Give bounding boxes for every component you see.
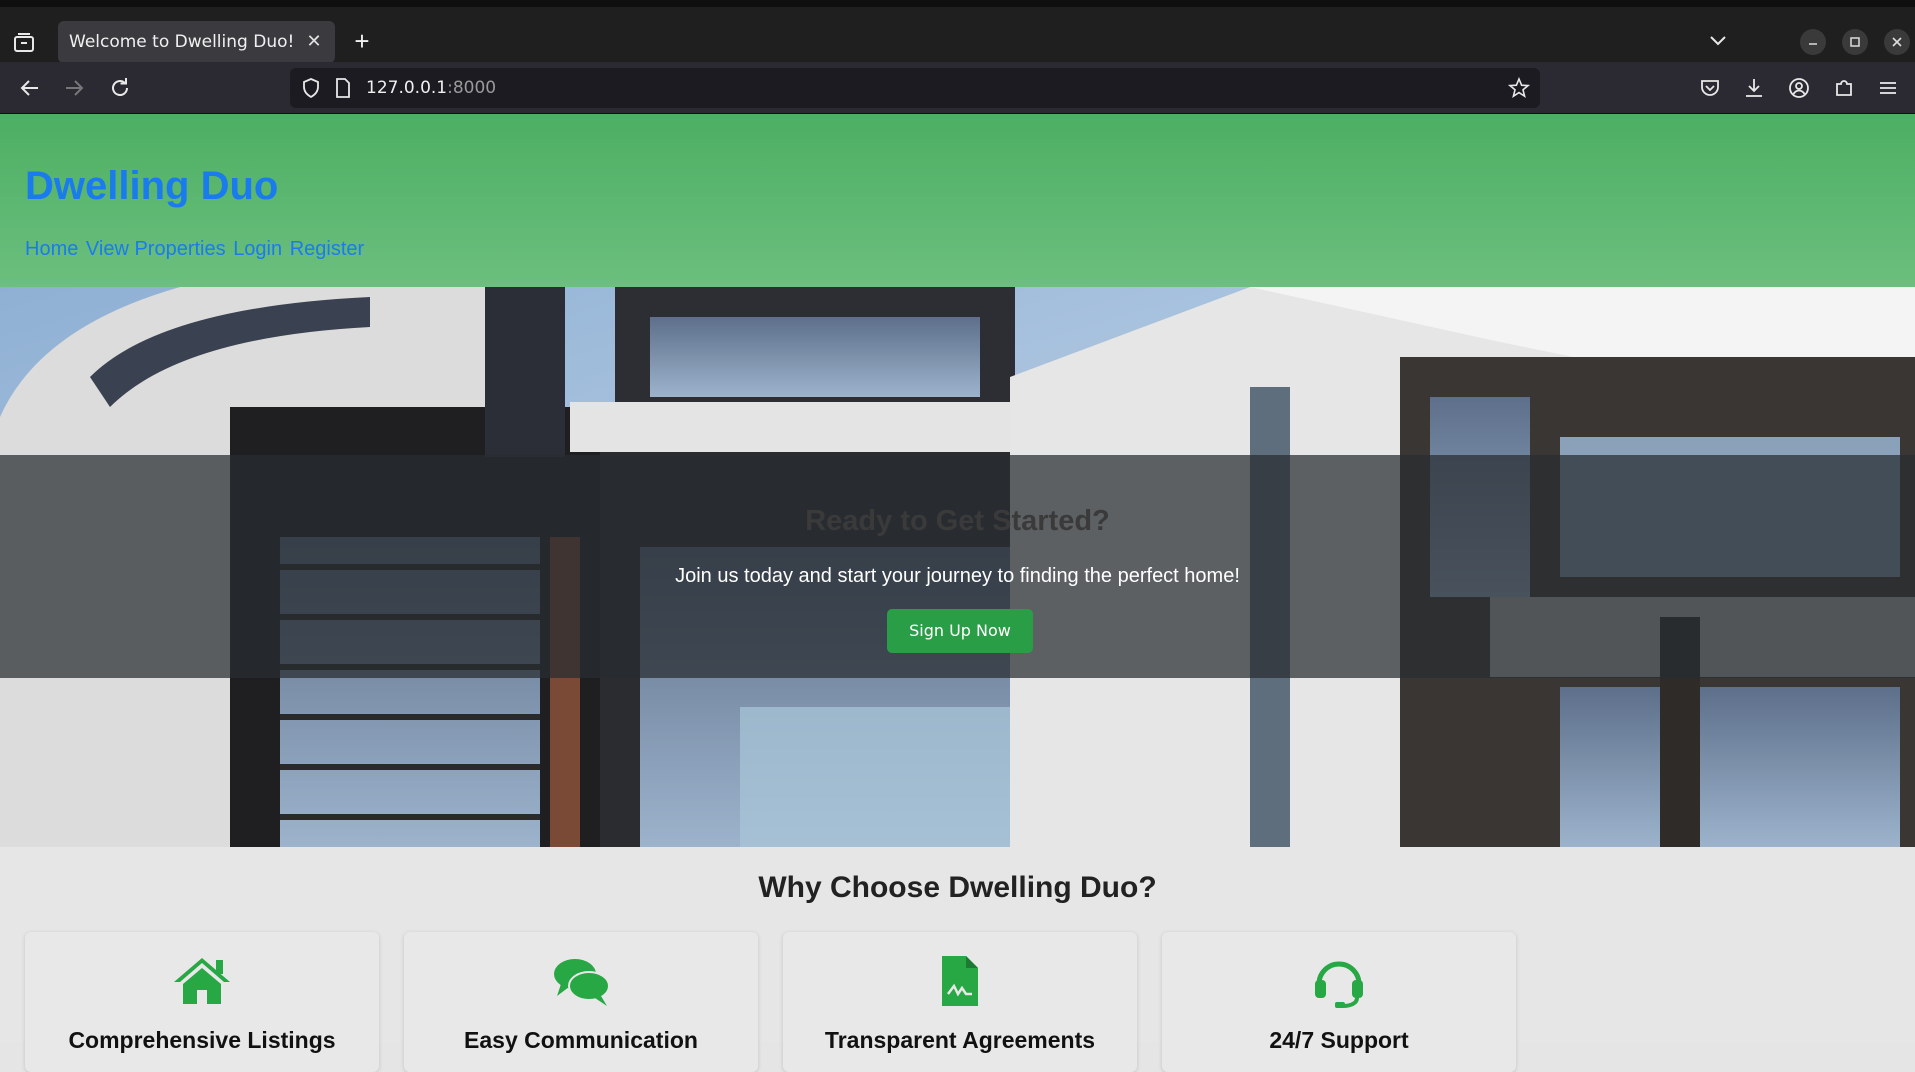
feature-card-24-7-support[interactable]: 24/7 Support xyxy=(1162,932,1516,1072)
nav-link-view-properties[interactable]: View Properties xyxy=(86,238,226,260)
hero-heading: Ready to Get Started? xyxy=(805,505,1110,537)
url-text[interactable]: 127.0.0.1:8000 xyxy=(366,78,496,98)
feature-label: Comprehensive Listings xyxy=(68,1027,336,1053)
site-header: Dwelling Duo Home View Properties Login … xyxy=(0,114,1915,287)
bookmark-star-icon[interactable] xyxy=(1508,77,1530,99)
feature-label: Easy Communication xyxy=(464,1027,698,1053)
pocket-icon[interactable] xyxy=(1697,75,1723,101)
page-icon[interactable] xyxy=(332,77,354,99)
close-tab-icon[interactable]: ✕ xyxy=(303,30,325,52)
hero-overlay: Ready to Get Started? Join us today and … xyxy=(0,455,1915,678)
sign-up-button[interactable]: Sign Up Now xyxy=(887,609,1033,653)
house-icon xyxy=(174,958,230,1004)
feature-card-transparent-agreements[interactable]: Transparent Agreements xyxy=(783,932,1137,1072)
url-port: :8000 xyxy=(447,78,497,98)
chat-bubbles-icon xyxy=(554,959,610,1006)
restore-window-button[interactable] xyxy=(1842,29,1868,55)
shield-icon[interactable] xyxy=(300,77,322,99)
close-window-button[interactable] xyxy=(1884,29,1910,55)
url-host: 127.0.0.1 xyxy=(366,78,448,98)
nav-link-home[interactable]: Home xyxy=(25,238,78,260)
reload-icon[interactable] xyxy=(106,74,134,102)
contract-document-icon xyxy=(942,956,978,1006)
browser-tab-active[interactable]: Welcome to Dwelling Duo! ✕ xyxy=(58,21,335,63)
account-icon[interactable] xyxy=(1786,75,1812,101)
tab-title: Welcome to Dwelling Duo! xyxy=(69,32,295,52)
browser-tab-bar: Welcome to Dwelling Duo! ✕ + xyxy=(0,0,1915,63)
feature-card-easy-communication[interactable]: Easy Communication xyxy=(404,932,758,1072)
forward-arrow-icon[interactable] xyxy=(60,74,88,102)
new-tab-icon[interactable]: + xyxy=(350,28,374,54)
back-arrow-icon[interactable] xyxy=(16,74,44,102)
site-nav: Home View Properties Login Register xyxy=(25,238,366,261)
address-bar[interactable]: 127.0.0.1:8000 xyxy=(290,68,1540,108)
hero-section: Ready to Get Started? Join us today and … xyxy=(0,287,1915,847)
download-icon[interactable] xyxy=(1741,75,1767,101)
browser-toolbar: 127.0.0.1:8000 xyxy=(0,62,1915,114)
feature-label: 24/7 Support xyxy=(1269,1027,1409,1053)
site-title: Dwelling Duo xyxy=(25,164,279,208)
restore-icon xyxy=(1850,37,1860,47)
headset-icon xyxy=(1315,961,1363,1008)
minimize-window-button[interactable] xyxy=(1800,29,1826,55)
tab-list-icon[interactable] xyxy=(12,31,36,55)
extensions-icon[interactable] xyxy=(1831,75,1857,101)
minimize-icon xyxy=(1809,43,1817,45)
feature-label: Transparent Agreements xyxy=(824,1027,1096,1053)
features-title: Why Choose Dwelling Duo? xyxy=(758,871,1157,904)
feature-card-comprehensive-listings[interactable]: Comprehensive Listings xyxy=(25,932,379,1072)
menu-icon[interactable] xyxy=(1875,75,1901,101)
chevron-down-icon[interactable] xyxy=(1706,29,1730,53)
nav-link-login[interactable]: Login xyxy=(233,238,282,260)
nav-link-register[interactable]: Register xyxy=(290,238,364,260)
page-content: Dwelling Duo Home View Properties Login … xyxy=(0,114,1915,1042)
hero-text: Join us today and start your journey to … xyxy=(675,565,1240,587)
close-icon xyxy=(1892,37,1902,47)
